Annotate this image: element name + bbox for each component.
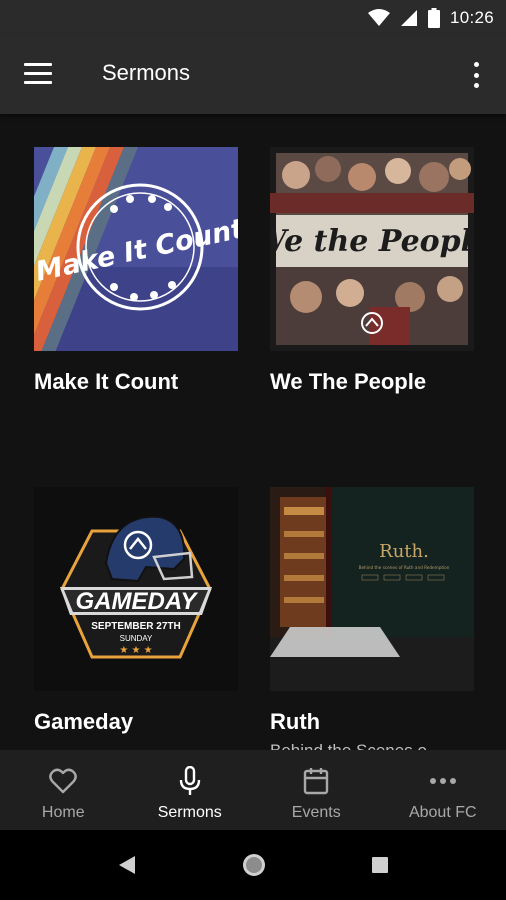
sermon-artwork: We the People: [270, 147, 474, 351]
nav-label: Events: [291, 804, 341, 821]
battery-icon: [427, 8, 440, 28]
status-time: 10:26: [449, 8, 494, 27]
nav-label: About FC: [408, 804, 477, 821]
nav-item-sermons[interactable]: Sermons: [127, 750, 254, 830]
artwork-title: We the People: [270, 224, 474, 259]
sermon-title: Make It Count: [34, 369, 179, 394]
artwork-tagline: Behind the scenes of Ruth and Redemption: [359, 565, 450, 570]
status-bar: 10:26: [0, 0, 506, 36]
sermon-grid: Make It Count Make It Count We the Peopl…: [0, 114, 506, 750]
sermon-artwork: GAMEDAY SEPTEMBER 27TH SUNDAY ★ ★ ★: [34, 487, 238, 691]
nav-label: Sermons: [157, 804, 222, 821]
overflow-menu-icon[interactable]: [468, 60, 484, 90]
bottom-navigation: Home Sermons Events About FC: [0, 750, 506, 830]
sermon-title: Gameday: [34, 709, 134, 734]
calendar-icon: [301, 766, 331, 796]
ruth-artwork: Ruth. Behind the scenes of Ruth and Rede…: [270, 487, 474, 691]
nav-label: Home: [41, 804, 85, 821]
app-bar: Sermons: [0, 36, 506, 114]
artwork-title: GAMEDAY: [76, 588, 199, 615]
sermon-artwork: Ruth. Behind the scenes of Ruth and Rede…: [270, 487, 474, 691]
artwork-title: Ruth.: [379, 541, 429, 562]
sermon-title: Ruth: [270, 709, 321, 734]
sermon-card-we-the-people[interactable]: We the People We The People: [270, 147, 474, 395]
recents-square-icon[interactable]: [371, 856, 389, 874]
sermon-subtitle: Behind the Scenes o: [270, 741, 474, 750]
artwork-date: SEPTEMBER 27TH: [91, 621, 180, 632]
sermon-title: We The People: [270, 369, 427, 394]
sermon-artwork: Make It Count: [34, 147, 238, 351]
wifi-icon: [367, 9, 390, 26]
heart-icon: [48, 766, 78, 796]
nav-item-home[interactable]: Home: [0, 750, 127, 830]
sermon-card-ruth[interactable]: Ruth. Behind the scenes of Ruth and Rede…: [270, 487, 474, 750]
cell-signal-icon: [400, 10, 417, 26]
status-icons: 10:26: [367, 6, 494, 30]
system-navigation-bar: [0, 830, 506, 900]
back-icon[interactable]: [117, 854, 137, 876]
we-the-people-artwork: We the People: [270, 147, 474, 351]
nav-item-about[interactable]: About FC: [380, 750, 506, 830]
home-circle-icon[interactable]: [241, 852, 267, 878]
make-it-count-artwork: Make It Count: [34, 147, 238, 351]
svg-text:★ ★ ★: ★ ★ ★: [119, 645, 152, 656]
sermon-card-gameday[interactable]: GAMEDAY SEPTEMBER 27TH SUNDAY ★ ★ ★ Game…: [34, 487, 238, 735]
page-title: Sermons: [102, 60, 191, 85]
microphone-icon: [175, 766, 205, 796]
artwork-day: SUNDAY: [120, 634, 153, 643]
nav-item-events[interactable]: Events: [253, 750, 380, 830]
more-horizontal-icon: [428, 766, 458, 796]
sermon-card-make-it-count[interactable]: Make It Count Make It Count: [34, 147, 238, 395]
hamburger-menu-icon[interactable]: [24, 63, 52, 85]
gameday-artwork: GAMEDAY SEPTEMBER 27TH SUNDAY ★ ★ ★: [34, 487, 238, 691]
